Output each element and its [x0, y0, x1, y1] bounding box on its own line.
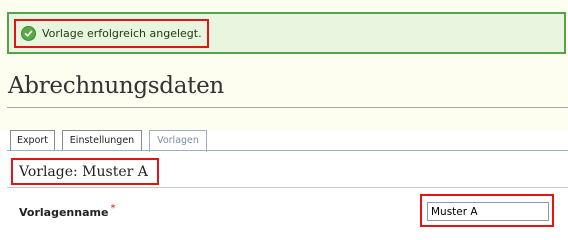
- required-marker: *: [110, 203, 116, 214]
- tab-divider: [7, 150, 568, 151]
- section-divider: [7, 187, 568, 188]
- template-name-highlight: [420, 194, 554, 227]
- tab-vorlagen[interactable]: Vorlagen: [149, 130, 207, 152]
- template-name-label-text: Vorlagenname: [19, 206, 109, 219]
- title-divider: [7, 107, 568, 108]
- template-name-label: Vorlagenname *: [19, 203, 116, 219]
- success-notification: Vorlage erfolgreich angelegt.: [7, 12, 566, 54]
- notification-highlight: Vorlage erfolgreich angelegt.: [14, 19, 209, 48]
- page-title: Abrechnungsdaten: [8, 73, 224, 99]
- checkmark-circle-icon: [21, 26, 36, 41]
- notification-message: Vorlage erfolgreich angelegt.: [42, 27, 202, 40]
- section-title-highlight: Vorlage: Muster A: [11, 158, 159, 185]
- tab-export[interactable]: Export: [10, 130, 55, 150]
- template-name-input[interactable]: [427, 202, 549, 221]
- tab-einstellungen[interactable]: Einstellungen: [62, 130, 142, 150]
- section-title: Vorlage: Muster A: [19, 163, 148, 180]
